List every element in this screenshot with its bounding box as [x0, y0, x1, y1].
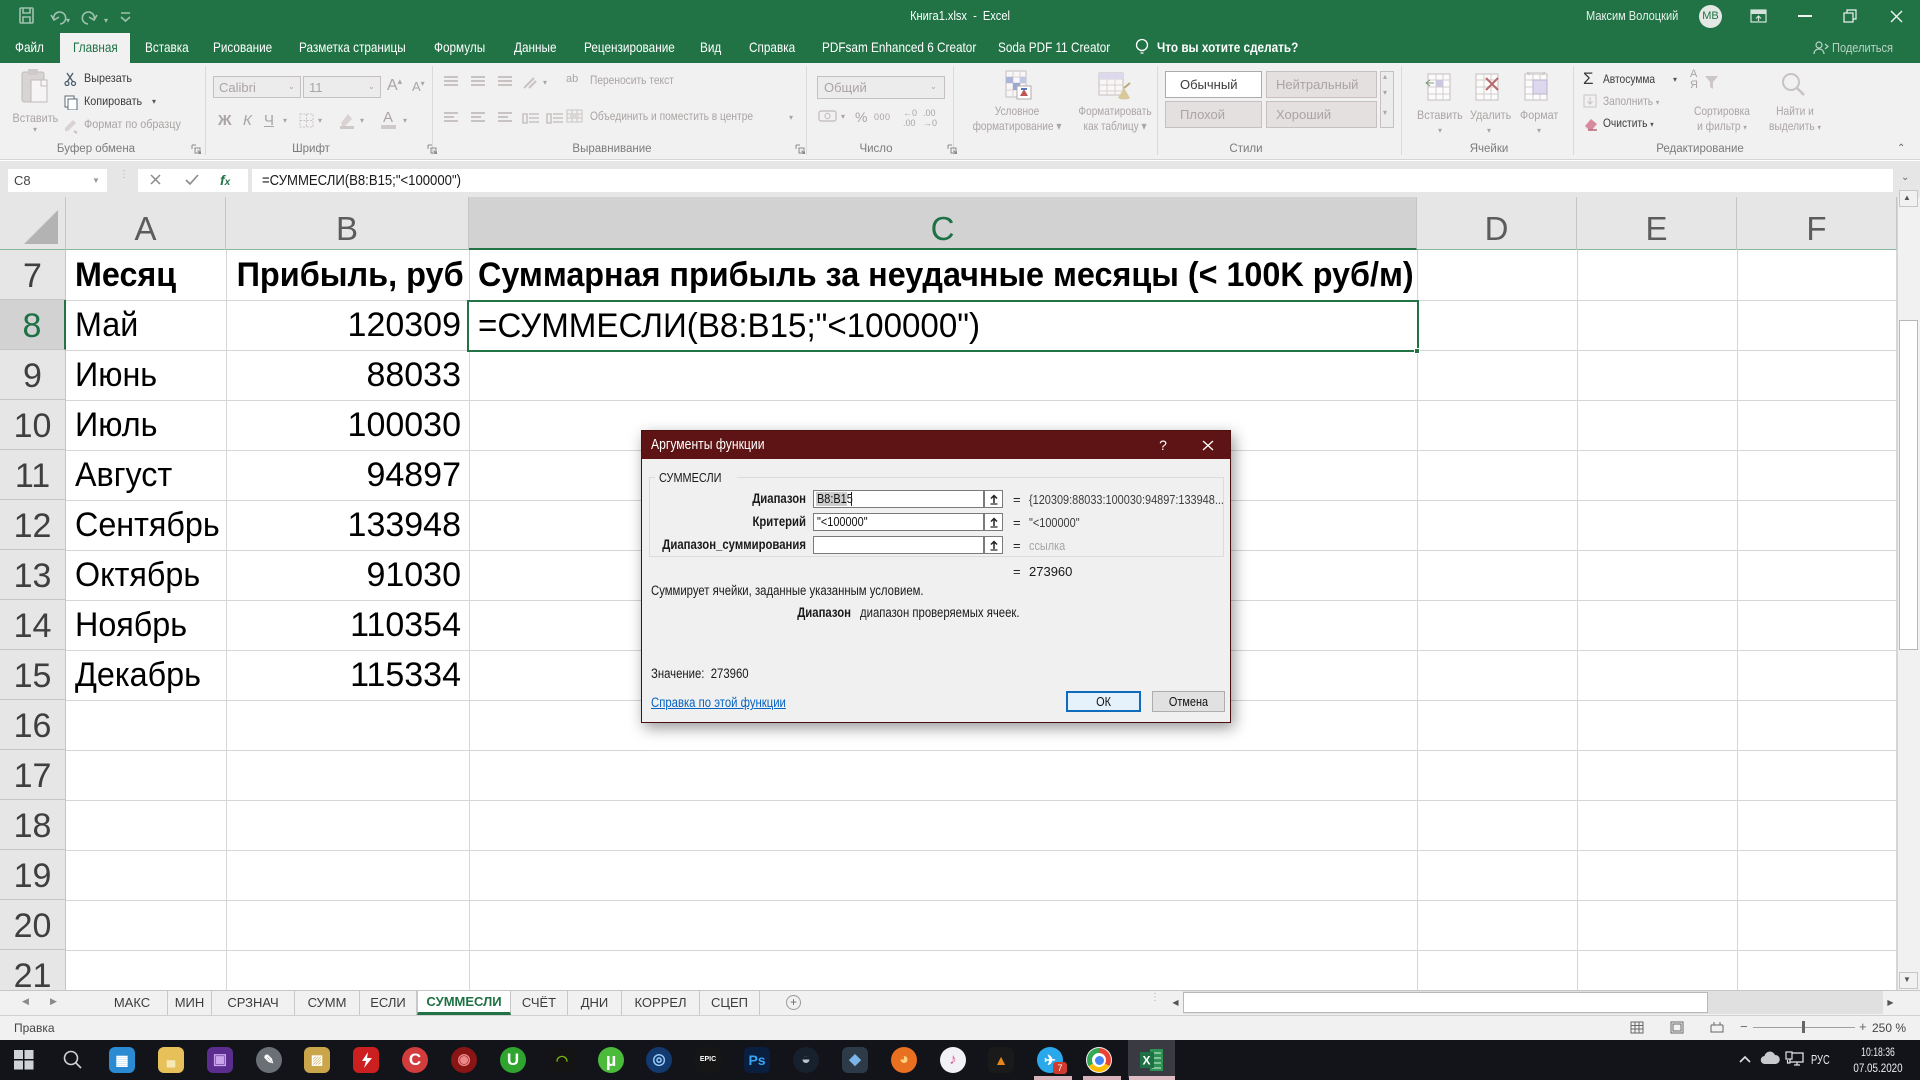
svg-text:▾: ▾: [66, 16, 70, 25]
svg-text:▾: ▾: [104, 16, 108, 25]
svg-text:X: X: [1143, 1054, 1151, 1068]
